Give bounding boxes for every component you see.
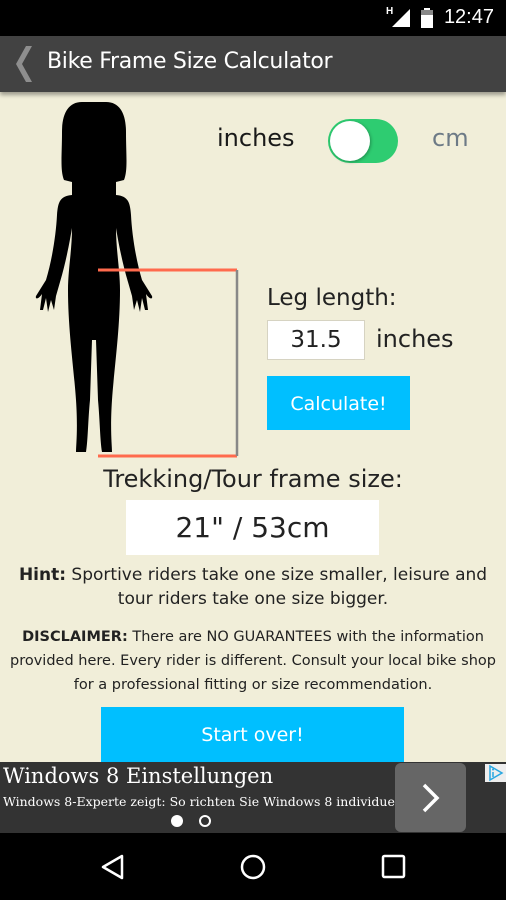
- leg-length-illustration: [35, 102, 239, 458]
- hint-text: Hint: Sportive riders take one size smal…: [0, 563, 506, 611]
- disclaimer-prefix: DISCLAIMER:: [22, 629, 128, 645]
- hint-prefix: Hint:: [18, 565, 67, 585]
- hint-body: Sportive riders take one size smaller, l…: [66, 565, 488, 609]
- ad-description[interactable]: Windows 8-Experte zeigt: So richten Sie …: [3, 794, 430, 809]
- frame-size-result: 21" / 53cm: [126, 500, 379, 555]
- navigation-bar: [0, 833, 506, 900]
- ad-next-button[interactable]: [395, 763, 466, 832]
- leg-length-input[interactable]: [267, 320, 365, 360]
- unit-label-cm[interactable]: cm: [432, 124, 469, 152]
- unit-toggle-switch[interactable]: [328, 119, 398, 163]
- back-icon[interactable]: [93, 847, 133, 887]
- ad-banner[interactable]: Windows 8 Einstellungen Windows 8-Expert…: [0, 762, 506, 833]
- disclaimer-text: DISCLAIMER: There are NO GUARANTEES with…: [0, 625, 506, 697]
- clock: 12:47: [443, 6, 494, 28]
- app-bar: Bike Frame Size Calculator: [0, 36, 506, 92]
- status-bar: H 12:47: [0, 0, 506, 36]
- leg-length-unit: inches: [376, 325, 454, 353]
- page-title: Bike Frame Size Calculator: [47, 49, 333, 74]
- toggle-knob[interactable]: [330, 121, 370, 161]
- ad-page-dot-inactive: [199, 815, 211, 827]
- battery-icon: [421, 8, 433, 28]
- ad-title[interactable]: Windows 8 Einstellungen: [3, 764, 273, 788]
- home-icon[interactable]: [233, 847, 273, 887]
- recents-icon[interactable]: [373, 847, 413, 887]
- frame-size-label: Trekking/Tour frame size:: [103, 465, 403, 493]
- calculate-button[interactable]: Calculate!: [267, 376, 410, 430]
- chevron-right-icon: [422, 783, 440, 813]
- unit-label-inches[interactable]: inches: [217, 124, 295, 152]
- ad-page-dot-active: [171, 815, 183, 827]
- woman-silhouette-icon: [35, 102, 153, 452]
- start-over-button[interactable]: Start over!: [101, 707, 404, 763]
- leg-length-label: Leg length:: [267, 285, 397, 311]
- chevron-left-icon[interactable]: [8, 44, 38, 84]
- ad-choices-icon[interactable]: [485, 764, 506, 782]
- signal-icon: [392, 9, 410, 27]
